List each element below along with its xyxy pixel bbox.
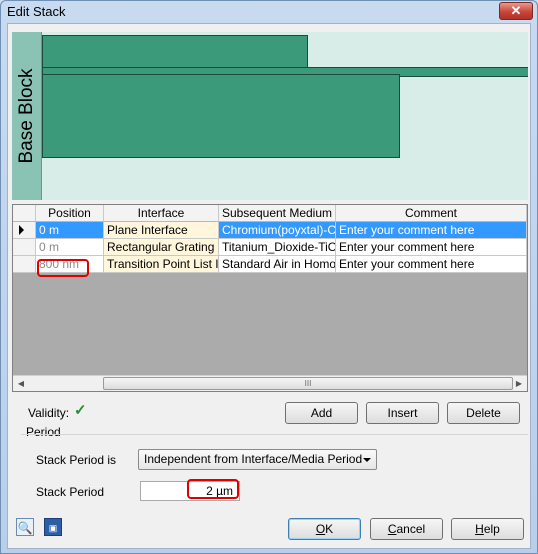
comment-cell[interactable]: Enter your comment here	[336, 256, 527, 273]
table-row[interactable]: 0 m Rectangular Grating In Titanium_Diox…	[13, 239, 527, 256]
close-button[interactable]: ✕	[499, 2, 533, 20]
medium-cell[interactable]: Standard Air in Homog	[219, 256, 336, 273]
help-label: elp	[483, 522, 500, 536]
table-row[interactable]: 0 m Plane Interface Chromium(poyxtal)-Cr…	[13, 222, 527, 239]
save-icon[interactable]: ▣	[44, 518, 62, 536]
column-header-position[interactable]: Position	[36, 205, 104, 222]
table-row[interactable]: 800 nm Transition Point List In Standard…	[13, 256, 527, 273]
stack-period-dropdown[interactable]: Independent from Interface/Media Period	[138, 449, 377, 470]
horizontal-scrollbar[interactable]: ◀ III ▶	[13, 375, 527, 391]
row-selector[interactable]	[13, 222, 36, 239]
zoom-icon[interactable]: 🔍	[16, 518, 34, 536]
comment-cell[interactable]: Enter your comment here	[336, 222, 527, 239]
row-selector[interactable]	[13, 239, 36, 256]
ok-button[interactable]: OK	[288, 518, 361, 540]
period-group	[21, 434, 528, 514]
edit-stack-window: Edit Stack ✕ Base Block Position Interfa…	[0, 0, 538, 554]
dialog-body: Base Block Position Interface Subsequent…	[7, 23, 531, 549]
grid-header: Position Interface Subsequent Medium Com…	[13, 205, 527, 222]
scroll-left-icon[interactable]: ◀	[13, 376, 29, 392]
base-block-label: Base Block	[16, 68, 37, 164]
interface-cell[interactable]: Transition Point List In	[104, 256, 219, 273]
stack-layer	[42, 74, 400, 158]
close-icon: ✕	[510, 3, 522, 18]
window-title: Edit Stack	[7, 4, 66, 19]
stack-visualization: Base Block	[12, 32, 528, 200]
position-cell[interactable]: 0 m	[36, 239, 104, 256]
help-mnemonic: H	[475, 522, 484, 536]
stack-period-is-label: Stack Period is	[36, 453, 117, 467]
cancel-button[interactable]: Cancel	[370, 518, 443, 540]
stack-period-dropdown-value: Independent from Interface/Media Period	[144, 452, 363, 466]
base-block: Base Block	[12, 32, 42, 200]
delete-button[interactable]: Delete	[447, 402, 520, 424]
column-header-comment[interactable]: Comment	[336, 205, 527, 222]
scroll-right-icon[interactable]: ▶	[511, 376, 527, 392]
insert-button[interactable]: Insert	[366, 402, 439, 424]
title-bar: Edit Stack ✕	[1, 1, 537, 23]
ok-label: K	[325, 522, 334, 536]
interface-cell[interactable]: Rectangular Grating In	[104, 239, 219, 256]
chevron-down-icon	[363, 458, 371, 462]
medium-cell[interactable]: Chromium(poyxtal)-Cr	[219, 222, 336, 239]
column-header-medium[interactable]: Subsequent Medium	[219, 205, 336, 222]
stack-grid: Position Interface Subsequent Medium Com…	[12, 204, 528, 392]
scroll-thumb[interactable]: III	[103, 377, 513, 390]
add-button[interactable]: Add	[285, 402, 358, 424]
validity-label: Validity:	[28, 406, 70, 420]
column-header-interface[interactable]: Interface	[104, 205, 219, 222]
highlight-stack-period	[187, 479, 239, 499]
check-icon: ✓	[74, 402, 87, 419]
interface-cell[interactable]: Plane Interface	[104, 222, 219, 239]
stack-period-label: Stack Period	[36, 485, 105, 499]
help-button[interactable]: Help	[451, 518, 524, 540]
position-cell[interactable]: 0 m	[36, 222, 104, 239]
comment-cell[interactable]: Enter your comment here	[336, 239, 527, 256]
row-selector[interactable]	[13, 256, 36, 273]
ok-mnemonic: O	[315, 522, 326, 536]
row-pointer-icon	[19, 225, 24, 235]
row-header-corner	[13, 205, 36, 222]
highlight-position-800nm	[37, 259, 89, 277]
medium-cell[interactable]: Titanium_Dioxide-TiO	[219, 239, 336, 256]
cancel-label: ancel	[396, 522, 426, 536]
